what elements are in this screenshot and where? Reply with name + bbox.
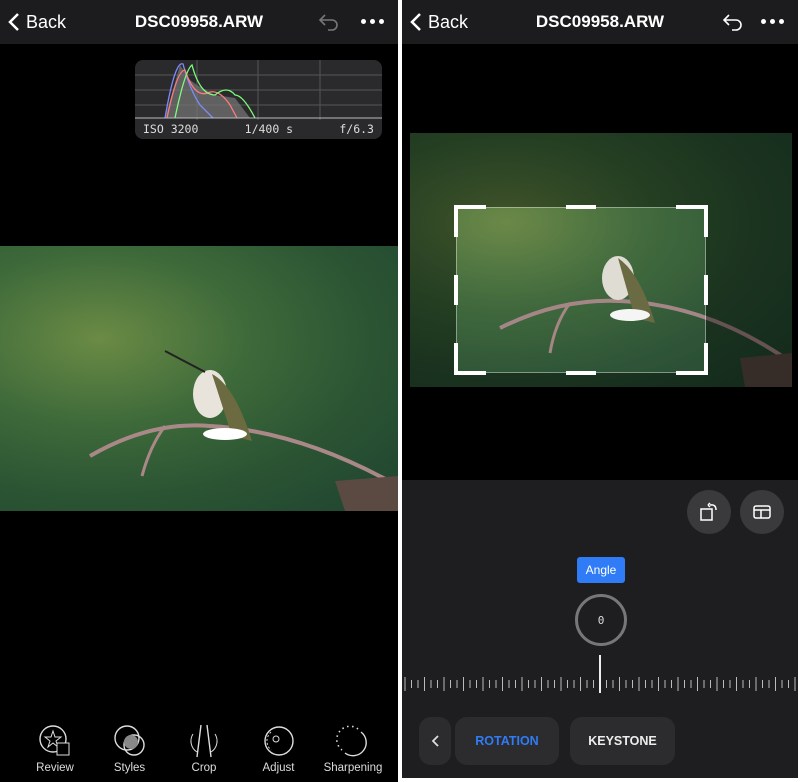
angle-label: Angle bbox=[577, 557, 625, 583]
histogram-graph bbox=[135, 60, 382, 120]
back-label: Back bbox=[428, 11, 469, 32]
collapse-button[interactable] bbox=[419, 717, 451, 765]
photo-preview[interactable] bbox=[0, 246, 398, 511]
review-icon bbox=[39, 725, 70, 756]
tool-label: Styles bbox=[113, 762, 146, 774]
more-button[interactable] bbox=[761, 19, 784, 24]
iso-value: ISO 3200 bbox=[143, 122, 199, 136]
right-screen: Back DSC09958.ARW Angle 0 ROTATION KEYST… bbox=[402, 0, 798, 778]
tool-label: Review bbox=[36, 762, 74, 774]
tool-label: Sharpening bbox=[323, 762, 383, 774]
tab-label: ROTATION bbox=[475, 734, 539, 748]
angle-dial[interactable]: 0 bbox=[575, 594, 627, 646]
hummingbird-image bbox=[88, 350, 398, 511]
bottom-toolbar: Review Styles Crop Adjust Sharpening bbox=[20, 724, 388, 774]
left-screen: Back DSC09958.ARW ISO 3200 1/400 s f/6.3… bbox=[0, 0, 398, 782]
crop-icon bbox=[190, 724, 218, 758]
histogram: ISO 3200 1/400 s f/6.3 bbox=[135, 60, 382, 139]
crop-handles[interactable] bbox=[454, 205, 708, 375]
undo-icon[interactable] bbox=[318, 12, 340, 32]
aspect-ratio-button[interactable] bbox=[740, 490, 784, 534]
chevron-left-icon bbox=[431, 735, 439, 747]
header: Back DSC09958.ARW bbox=[402, 0, 798, 44]
back-button[interactable]: Back bbox=[410, 12, 468, 33]
tool-styles[interactable]: Styles bbox=[95, 724, 165, 774]
sharpening-icon bbox=[336, 725, 367, 757]
styles-icon bbox=[113, 725, 145, 756]
rotate-icon bbox=[700, 502, 717, 521]
shutter-value: 1/400 s bbox=[244, 122, 294, 136]
tab-keystone[interactable]: KEYSTONE bbox=[570, 717, 675, 765]
aperture-value: f/6.3 bbox=[339, 122, 374, 136]
tab-label: KEYSTONE bbox=[588, 734, 657, 748]
tool-adjust[interactable]: Adjust bbox=[244, 724, 314, 774]
header: Back DSC09958.ARW bbox=[0, 0, 398, 44]
tab-rotation[interactable]: ROTATION bbox=[455, 717, 559, 765]
angle-ruler[interactable] bbox=[402, 655, 798, 695]
tool-label: Crop bbox=[191, 762, 217, 774]
undo-icon[interactable] bbox=[722, 12, 744, 32]
tool-sharpening[interactable]: Sharpening bbox=[318, 724, 388, 774]
crop-frame[interactable] bbox=[454, 205, 708, 375]
adjust-icon bbox=[263, 726, 294, 756]
chevron-left-icon bbox=[410, 13, 421, 31]
tool-review[interactable]: Review bbox=[20, 724, 90, 774]
tool-crop[interactable]: Crop bbox=[169, 724, 239, 774]
rotate-button[interactable] bbox=[687, 490, 731, 534]
more-button[interactable] bbox=[361, 19, 384, 24]
aspect-ratio-icon bbox=[753, 505, 771, 519]
back-label: Back bbox=[26, 11, 67, 32]
tool-label: Adjust bbox=[262, 762, 295, 774]
angle-value: 0 bbox=[597, 613, 605, 627]
chevron-left-icon bbox=[8, 13, 19, 31]
back-button[interactable]: Back bbox=[8, 12, 66, 33]
